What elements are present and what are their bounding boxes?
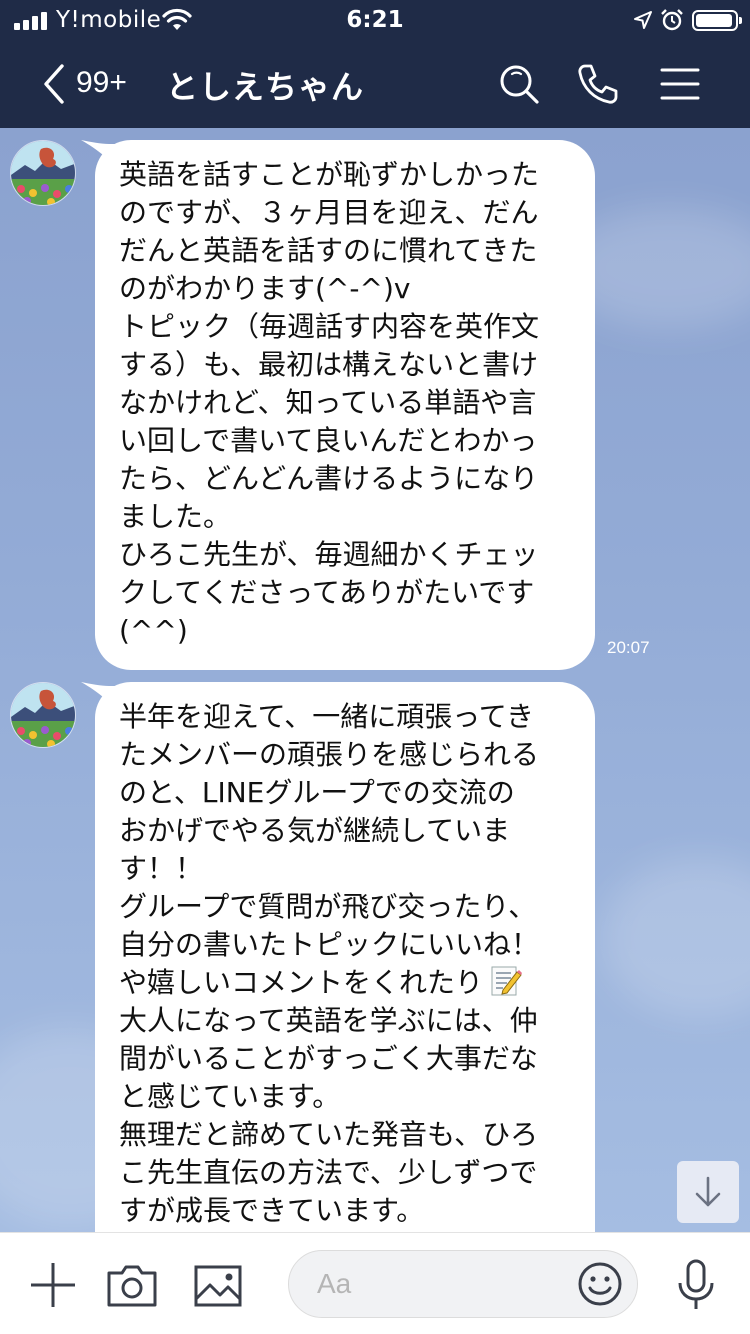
message-line: する）も、最初は構えないと書け [119,348,539,381]
message-input-bar: Aa [0,1232,750,1334]
menu-icon [660,68,700,100]
message-input[interactable]: Aa [288,1250,638,1318]
message-line: 半年を迎えて、一緒に頑張ってき [119,700,534,733]
message-line: たメンバーの頑張りを感じられる [119,738,540,771]
message-timestamp: 20:07 [607,638,650,657]
message-bubble[interactable]: 英語を話すことが恥ずかしかった のですが、３ヶ月目を迎え、だん だんと英語を話す… [81,140,595,670]
alarm-icon [661,9,683,31]
message-line: 自分の書いたトピックにいいね！ [119,928,540,961]
sender-avatar[interactable] [10,140,76,206]
message-line: だんと英語を話すのに慣れてきた [119,234,538,267]
camera-icon [107,1265,157,1307]
phone-icon [578,64,618,104]
status-bar: Y!mobile 6:21 [0,0,750,40]
message-line: (^^) [119,614,188,647]
message-line: のがわかります(^-^)v [119,272,411,305]
message-line: なかけれど、知っている単語や言 [119,386,537,419]
message-line: こ先生直伝の方法で、少しずつで [119,1156,538,1189]
chat-title: としえちゃん [166,68,365,106]
bubble-tail [81,140,121,170]
message-line: い回しで書いて良いんだとわかっ [119,424,538,457]
message-line: 英語を話すことが恥ずかしかった [119,158,540,191]
unread-count: 99+ [76,66,127,99]
message-line: のと、LINEグループでの交流の [119,776,515,809]
search-icon [500,65,539,104]
plus-icon [31,1263,75,1307]
menu-button[interactable] [658,62,702,106]
chat-area[interactable]: 英語を話すことが恥ずかしかった のですが、３ヶ月目を迎え、だん だんと英語を話す… [0,128,750,1232]
smile-icon[interactable] [575,1259,625,1309]
chat-header: 99+ としえちゃん [0,40,750,128]
message-line: すが成長できています。 [119,1194,425,1227]
message-line: ひろこ先生が、毎週細かくチェッ [119,538,539,571]
image-icon [194,1265,242,1307]
message-line: のですが、３ヶ月目を迎え、だん [119,196,539,229]
arrow-down-icon [695,1176,721,1207]
location-icon [634,11,652,29]
add-button[interactable] [27,1259,79,1311]
bubble-tail [81,682,121,712]
back-chevron-icon [44,64,64,104]
message-line: や嬉しいコメントをくれたり [119,966,484,999]
message-input-placeholder: Aa [317,1268,352,1299]
message-line: と感じています。 [119,1080,341,1113]
battery-icon [692,10,742,31]
message-line: グループで質問が飛び交ったり、 [119,890,537,923]
message-line: 無理だと諦めていた発音も、ひろ [119,1118,539,1151]
back-button[interactable]: 99+ [36,62,136,106]
voice-button[interactable] [670,1259,722,1311]
pencil-memo-emoji [491,966,523,996]
message-line: す！！ [119,852,204,885]
mic-icon [678,1259,714,1309]
message-line: クしてくださってありがたいです [119,576,535,609]
message-line: たら、どんどん書けるようになり [119,462,539,495]
search-button[interactable] [497,62,541,106]
message-line: トピック（毎週話す内容を英作文 [119,310,540,343]
message-line: 大人になって英語を学ぶには、仲 [119,1004,538,1037]
call-button[interactable] [576,62,620,106]
background-cloud [600,858,750,1018]
message-line: おかげでやる気が継続していま [119,814,511,847]
sender-avatar[interactable] [10,682,76,748]
message-line-with-emoji: や嬉しいコメントをくれたり [119,964,575,1002]
scroll-to-bottom-button[interactable] [677,1161,739,1223]
message-bubble[interactable]: 半年を迎えて、一緒に頑張ってき たメンバーの頑張りを感じられる のと、LINEグ… [81,682,595,1232]
message-line: ました。 [119,500,232,533]
message-line: 間がいることがすっごく大事だな [119,1042,538,1075]
image-button[interactable] [192,1259,244,1311]
camera-button[interactable] [106,1259,158,1311]
